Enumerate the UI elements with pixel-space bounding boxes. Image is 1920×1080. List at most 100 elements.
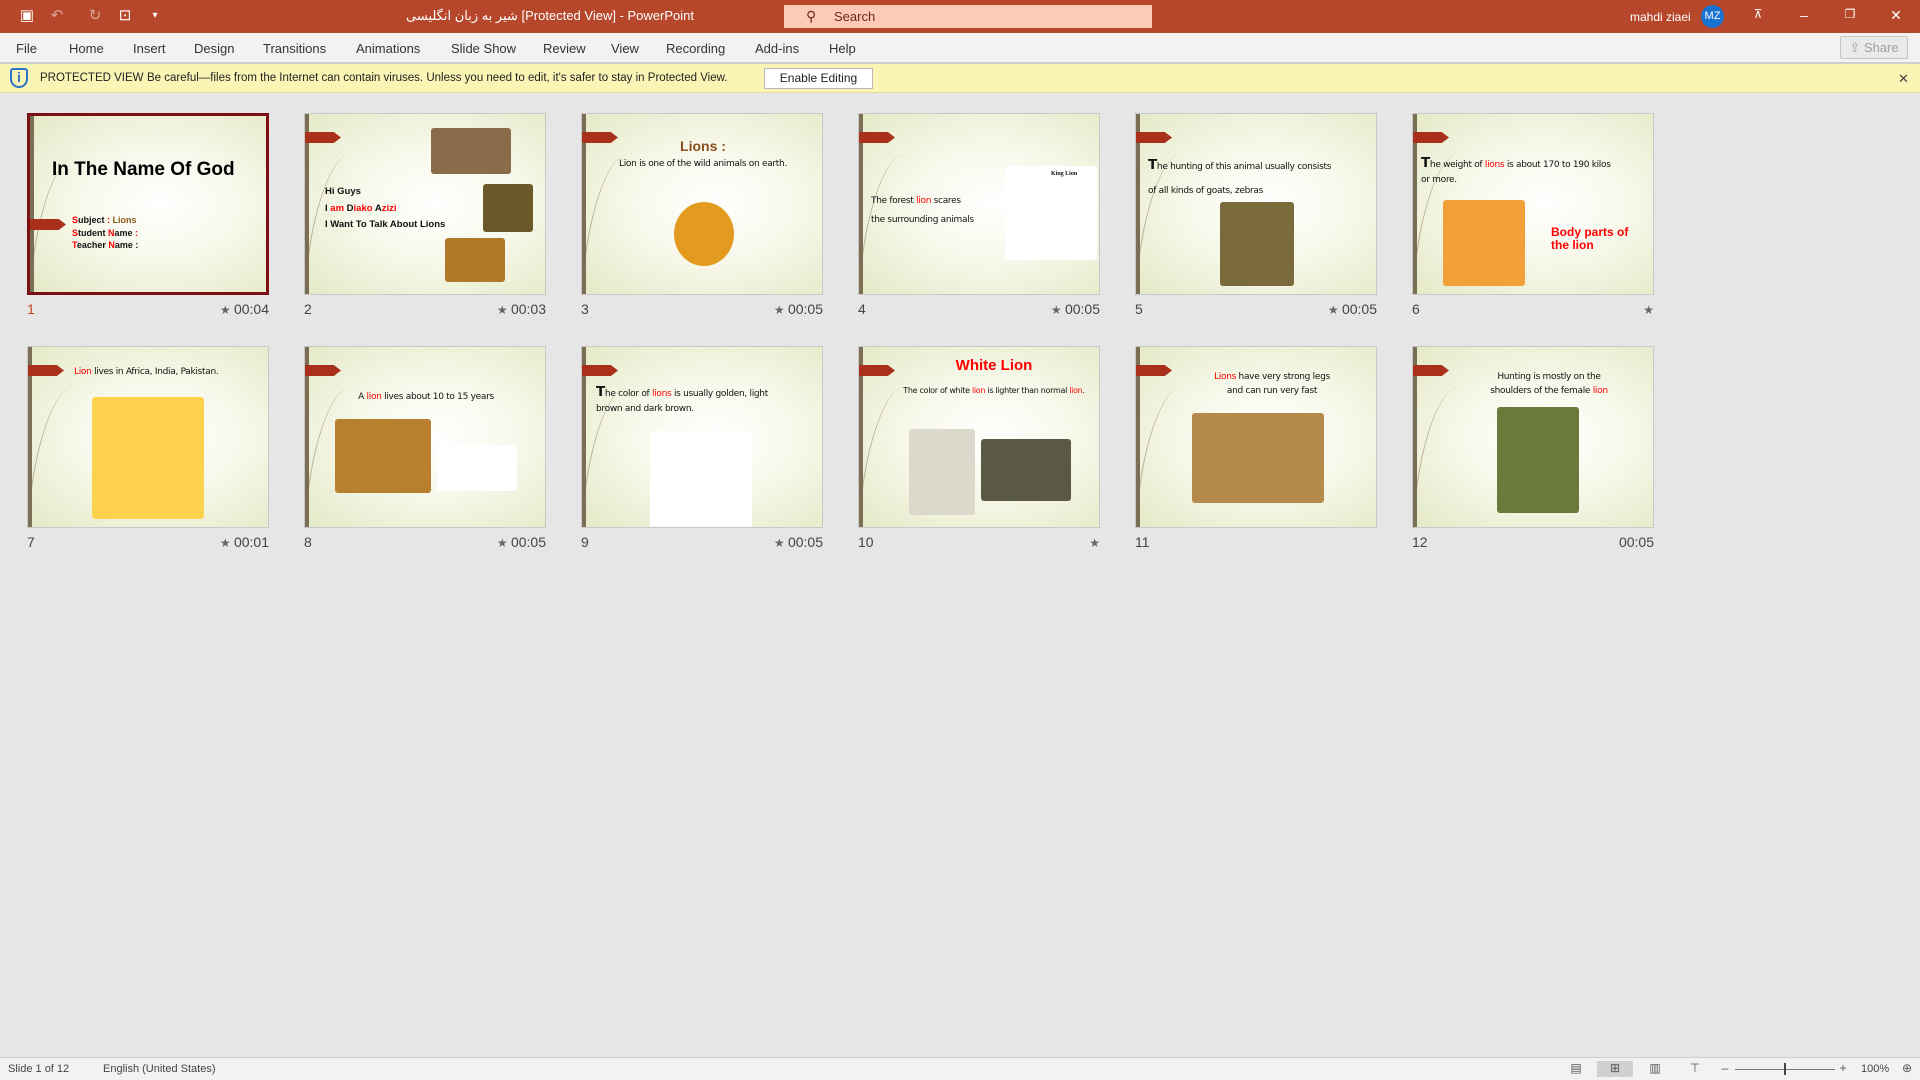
tab-insert[interactable]: Insert <box>133 41 166 56</box>
slide-thumbnail-8[interactable]: A lion lives about 10 to 15 years <box>304 346 546 528</box>
tab-help[interactable]: Help <box>829 41 856 56</box>
slide-thumbnail-5[interactable]: The hunting of this animal usually consi… <box>1135 113 1377 295</box>
slide-thumbnail-11[interactable]: Lions have very strong legs and can run v… <box>1135 346 1377 528</box>
language[interactable]: English (United States) <box>103 1063 216 1075</box>
tab-home[interactable]: Home <box>69 41 104 56</box>
text-run: . <box>1082 386 1085 395</box>
slide-thumbnail-6[interactable]: Body parts of the lion The weight of lion… <box>1412 113 1654 295</box>
slide-thumbnail-7[interactable]: Lion lives in Africa, India, Pakistan. <box>27 346 269 528</box>
text-line: Student Name : <box>72 227 138 240</box>
slide-duration: 00:03 <box>510 301 546 317</box>
decorative-grass-lines <box>1413 387 1467 527</box>
protected-view-message: Be careful—files from the Internet can c… <box>147 72 728 84</box>
slide-title: In The Name Of God <box>52 159 235 180</box>
tab-transitions[interactable]: Transitions <box>263 41 326 56</box>
slide-arrow-tab <box>1413 132 1449 143</box>
slide-body-text: Lions have very strong legs and can run v… <box>1166 371 1376 398</box>
transition-star-icon: ★ <box>773 536 788 550</box>
protected-view-title: PROTECTED VIEW <box>40 72 144 84</box>
slide-title: Lions : <box>680 138 726 154</box>
restore-icon[interactable]: ❐ <box>1840 7 1860 21</box>
slide-thumbnail-12[interactable]: Hunting is mostly on the shoulders of the… <box>1412 346 1654 528</box>
slide-arrow-tab <box>28 365 64 376</box>
slide-timing: ★ 00:03 <box>426 301 546 317</box>
close-icon[interactable]: ✕ <box>1886 7 1906 24</box>
text-run: lions <box>651 389 672 399</box>
text-line: Lions have very strong legs <box>1166 371 1376 385</box>
slide-thumbnail-10[interactable]: White Lion The color of white lion is lig… <box>858 346 1100 528</box>
slide-timing: ★ 00:01 <box>149 534 269 550</box>
tab-review[interactable]: Review <box>543 41 586 56</box>
tab-file[interactable]: File <box>16 41 37 56</box>
slide-picture <box>1497 407 1579 513</box>
slide-body-text: A lion lives about 10 to 15 years <box>305 391 545 404</box>
share-button[interactable]: ⇪ Share <box>1840 36 1908 59</box>
slide-thumbnail-3[interactable]: Lions : Lion is one of the wild animals o… <box>581 113 823 295</box>
transition-star-icon: ★ <box>1327 303 1342 317</box>
slide-show-view-icon[interactable]: ⊤ <box>1686 1061 1704 1077</box>
slide-body-text: The color of white lion is lighter than … <box>887 385 1099 396</box>
tab-add-ins[interactable]: Add-ins <box>755 41 799 56</box>
tab-design[interactable]: Design <box>194 41 234 56</box>
slide-thumbnail-9[interactable]: The color of lions is usually golden, li… <box>581 346 823 528</box>
enable-editing-button[interactable]: Enable Editing <box>764 68 873 89</box>
text-line: The weight of lions is about 170 to 190 … <box>1421 154 1611 174</box>
slide-picture <box>1220 202 1294 286</box>
slide-arrow-tab <box>1136 132 1172 143</box>
slide-number: 10 <box>858 534 874 550</box>
text-run: lives about 10 to 15 years <box>381 392 494 402</box>
slide-picture <box>650 431 752 527</box>
title-bar: ▣ ↶ ↻ ⊡ ▾ شیر به زبان انگلیسی [Protected… <box>0 0 1920 33</box>
text-line: Lion lives in Africa, India, Pakistan. <box>74 366 219 379</box>
slide-timing: ★ 00:05 <box>980 301 1100 317</box>
slide-sorter-view-icon[interactable]: ⊞ <box>1597 1061 1633 1077</box>
decorative-grass-lines <box>582 154 636 294</box>
normal-view-icon[interactable]: ▤ <box>1567 1061 1585 1077</box>
user-name[interactable]: mahdi ziaei <box>1630 10 1691 24</box>
slide-number: 1 <box>27 301 35 317</box>
avatar[interactable]: MZ <box>1701 5 1724 28</box>
text-line: shoulders of the female lion <box>1443 385 1653 399</box>
tab-slide-show[interactable]: Slide Show <box>451 41 516 56</box>
slide-number: 11 <box>1135 534 1150 550</box>
text-run: Hi Guys <box>325 186 361 197</box>
slide-arrow-tab <box>859 132 895 143</box>
text-run: The color of white <box>903 386 972 395</box>
fit-to-window-icon[interactable]: ⊕ <box>1898 1061 1916 1077</box>
minimize-icon[interactable]: – <box>1794 7 1814 23</box>
slide-duration: 00:01 <box>233 534 269 550</box>
slide-thumbnail-4[interactable]: King Lion The forest lion scares the surro… <box>858 113 1100 295</box>
text-run: : <box>135 227 139 238</box>
text-run: A <box>374 202 382 214</box>
slide-arrow-tab <box>305 132 341 143</box>
ribbon-display-icon[interactable]: ⊼ <box>1748 7 1768 21</box>
slide-timing: ★ 00:05 <box>1257 301 1377 317</box>
slide-picture <box>1005 166 1097 260</box>
zoom-level[interactable]: 100% <box>1861 1063 1889 1075</box>
zoom-in-icon[interactable]: + <box>1834 1061 1852 1077</box>
close-bar-icon[interactable]: ✕ <box>1898 71 1909 87</box>
text-run: lives in Africa, India, Pakistan. <box>91 367 219 377</box>
zoom-slider-handle[interactable] <box>1784 1063 1786 1075</box>
slide-duration: 00:05 <box>510 534 546 550</box>
tab-view[interactable]: View <box>611 41 639 56</box>
slide-picture <box>483 184 533 232</box>
zoom-out-icon[interactable]: – <box>1716 1061 1734 1077</box>
slide-picture <box>431 128 511 174</box>
search-placeholder: Search <box>834 9 876 24</box>
slide-thumbnail-1[interactable]: In The Name Of God Subject : Lions Student… <box>27 113 269 295</box>
reading-view-icon[interactable]: ▥ <box>1646 1061 1664 1077</box>
slide-picture <box>437 445 517 491</box>
tab-animations[interactable]: Animations <box>356 41 420 56</box>
slide-thumbnail-2[interactable]: Hi Guys I am Diako Azizi I Want To Talk Ab… <box>304 113 546 295</box>
tab-recording[interactable]: Recording <box>666 41 725 56</box>
slide-number: 12 <box>1412 534 1428 550</box>
transition-star-icon: ★ <box>1050 303 1065 317</box>
text-run: lion <box>1592 385 1608 396</box>
text-line: The color of white lion is lighter than … <box>887 385 1099 396</box>
transition-star-icon: ★ <box>219 536 234 550</box>
search-input[interactable]: ⚲ Search <box>784 5 1152 28</box>
shield-info-icon: i <box>10 68 28 88</box>
slide-duration: 00:05 <box>787 301 823 317</box>
text-run: brown and dark brown. <box>596 403 694 414</box>
